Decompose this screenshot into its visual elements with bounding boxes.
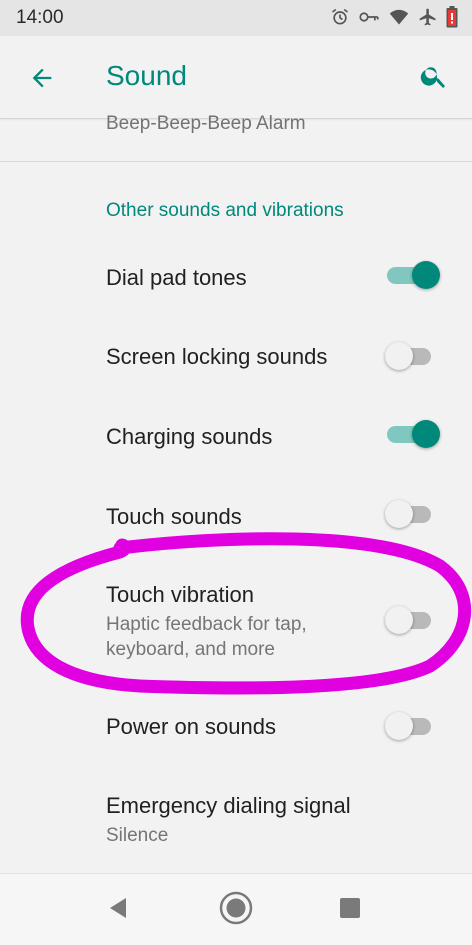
status-time: 14:00 [16,7,64,28]
switch-thumb [412,261,440,289]
switch-thumb [385,712,413,740]
setting-title: Touch sounds [106,504,242,529]
setting-title: Touch vibration [106,582,254,607]
switch-thumb [385,500,413,528]
setting-power-on-sounds[interactable]: Power on sounds [0,686,472,766]
divider [0,161,472,162]
setting-title: Dial pad tones [106,265,247,290]
setting-title: Screen locking sounds [106,344,328,369]
setting-subtitle: keyboard, and more [106,639,275,660]
search-button[interactable] [414,58,454,98]
setting-title: Emergency dialing signal [106,793,351,818]
arrow-back-icon [28,64,56,97]
back-triangle-icon [106,896,130,925]
recents-square-icon [339,897,361,924]
touch-sounds-switch[interactable] [385,499,433,529]
nav-home-button[interactable] [216,890,256,930]
charging-sounds-switch[interactable] [385,419,440,449]
alarm-icon [330,7,350,27]
setting-emergency-dialing-signal[interactable]: Emergency dialing signal Silence [0,770,472,866]
nav-recents-button[interactable] [330,890,370,930]
setting-touch-vibration[interactable]: Touch vibration Haptic feedback for tap,… [0,558,472,678]
switch-thumb [385,342,413,370]
nav-back-button[interactable] [98,890,138,930]
switch-thumb [385,606,413,634]
setting-title: Power on sounds [106,714,276,739]
search-icon [419,61,449,96]
wifi-icon [388,7,410,27]
alarm-sound-summary: Beep-Beep-Beep Alarm [106,113,306,134]
status-bar: 14:00 [0,0,472,36]
home-circle-icon [218,890,254,931]
setting-dial-pad-tones[interactable]: Dial pad tones [0,238,472,318]
back-button[interactable] [22,60,62,100]
setting-title: Charging sounds [106,424,273,449]
section-header: Other sounds and vibrations [106,200,344,221]
status-icons [330,6,458,28]
page-title: Sound [106,60,187,91]
screen-locking-sounds-switch[interactable] [385,341,433,371]
touch-vibration-switch[interactable] [385,605,433,635]
setting-subtitle: Haptic feedback for tap, [106,614,307,635]
system-nav-bar [0,873,472,945]
battery-low-icon [446,6,458,28]
power-on-sounds-switch[interactable] [385,711,433,741]
airplane-icon [418,7,438,27]
setting-screen-locking-sounds[interactable]: Screen locking sounds [0,318,472,398]
vpn-key-icon [358,7,380,27]
app-bar: Sound [0,36,472,119]
switch-thumb [412,420,440,448]
dial-pad-tones-switch[interactable] [385,260,440,290]
setting-charging-sounds[interactable]: Charging sounds [0,398,472,478]
setting-touch-sounds[interactable]: Touch sounds [0,478,472,558]
setting-subtitle: Silence [106,825,169,846]
